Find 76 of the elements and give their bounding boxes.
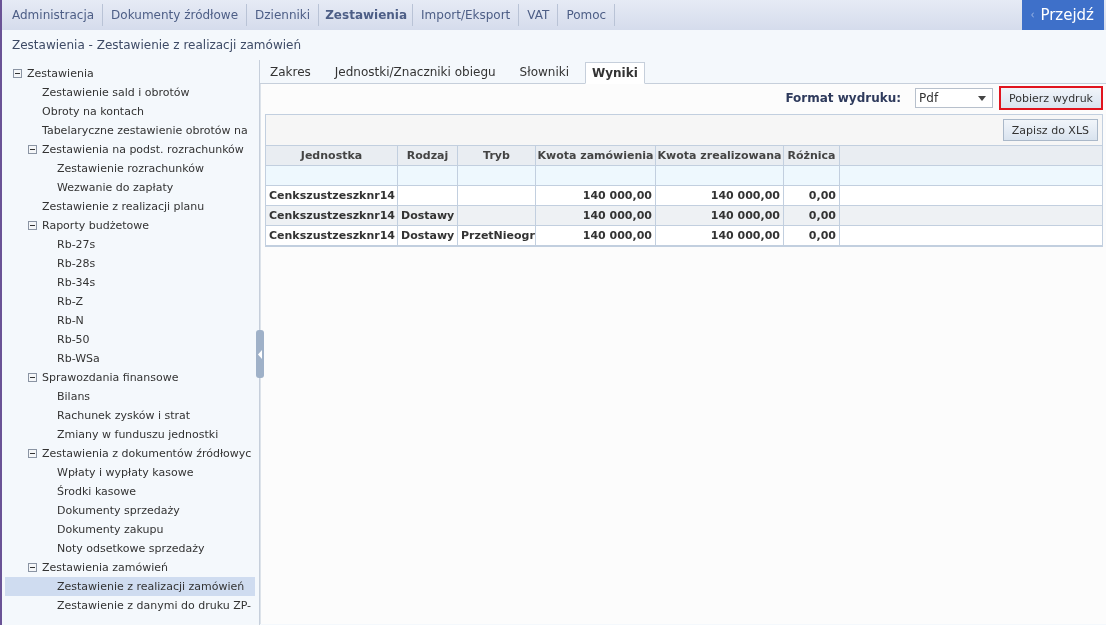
collapse-icon[interactable] xyxy=(28,145,37,154)
collapse-icon[interactable] xyxy=(28,221,37,230)
menu-tab[interactable]: VAT xyxy=(519,4,559,26)
breadcrumb: Zestawienia - Zestawienie z realizacji zamówień xyxy=(12,38,302,52)
tree-item[interactable]: Dokumenty sprzedaży xyxy=(5,501,255,520)
table-cell: 140 000,00 xyxy=(656,226,784,245)
tree-item[interactable]: Wezwanie do zapłaty xyxy=(5,178,255,197)
table-cell: 140 000,00 xyxy=(656,186,784,205)
tree-item[interactable]: Zmiany w funduszu jednostki xyxy=(5,425,255,444)
menu-tab[interactable]: Zestawienia xyxy=(319,4,414,26)
tree-item[interactable]: Wpłaty i wypłaty kasowe xyxy=(5,463,255,482)
menu-tab[interactable]: Import/Eksport xyxy=(413,4,520,26)
tree-item[interactable]: Rb-28s xyxy=(5,254,255,273)
tree-item[interactable]: Zestawienia na podst. rozrachunków xyxy=(5,140,255,159)
tab[interactable]: Słowniki xyxy=(511,63,579,83)
tree-item[interactable]: Zestawienie z realizacji planu xyxy=(5,197,255,216)
tree-item[interactable]: Rb-34s xyxy=(5,273,255,292)
collapse-icon[interactable] xyxy=(28,449,37,458)
tree-item[interactable]: Rb-N xyxy=(5,311,255,330)
column-header[interactable]: Kwota zamówienia xyxy=(536,146,656,165)
column-header[interactable]: Różnica xyxy=(784,146,840,165)
menu-tab[interactable]: Dzienniki xyxy=(247,4,320,26)
table-cell: 140 000,00 xyxy=(536,206,656,225)
tree-item[interactable]: Zestawienie z danymi do druku ZP- xyxy=(5,596,255,615)
splitter-handle[interactable] xyxy=(256,330,264,378)
menu-tab[interactable]: Dokumenty źródłowe xyxy=(103,4,248,26)
tab[interactable]: Jednostki/Znaczniki obiegu xyxy=(326,63,506,83)
tree-item[interactable]: Rb-Z xyxy=(5,292,255,311)
format-dropdown[interactable]: Pdf xyxy=(915,88,994,108)
collapse-icon[interactable] xyxy=(13,69,22,78)
collapse-arrow-icon xyxy=(257,349,263,359)
tree-item[interactable]: Bilans xyxy=(5,387,255,406)
column-header[interactable]: Jednostka xyxy=(266,146,398,165)
tree-item[interactable]: Tabelaryczne zestawienie obrotów na xyxy=(5,121,255,140)
column-header[interactable]: Rodzaj xyxy=(398,146,458,165)
tab[interactable]: Zakres xyxy=(262,63,321,83)
column-header[interactable]: Tryb xyxy=(458,146,536,165)
tree-item[interactable]: Rb-WSa xyxy=(5,349,255,368)
table-cell: 140 000,00 xyxy=(536,186,656,205)
table-cell: Dostawy xyxy=(398,206,458,225)
tab[interactable]: Wyniki xyxy=(585,62,645,84)
tree-item[interactable]: Zestawienia xyxy=(5,64,255,83)
table-cell: Cenkszustzeszknr14 xyxy=(266,206,398,225)
tree-item[interactable]: Zestawienia zamówień xyxy=(5,558,255,577)
table-cell: 0,00 xyxy=(784,206,840,225)
download-button[interactable]: Pobierz wydruk xyxy=(999,86,1103,110)
collapse-icon[interactable] xyxy=(28,373,37,382)
tree-item[interactable]: Sprawozdania finansowe xyxy=(5,368,255,387)
tree-item[interactable]: Rb-27s xyxy=(5,235,255,254)
dropdown-arrow-icon xyxy=(978,95,987,101)
tree-item[interactable]: Noty odsetkowe sprzedaży xyxy=(5,539,255,558)
column-header[interactable]: Kwota zrealizowana xyxy=(656,146,784,165)
tree-item[interactable]: Dokumenty zakupu xyxy=(5,520,255,539)
tree-item[interactable]: Zestawienia z dokumentów źródłowyc xyxy=(5,444,255,463)
table-cell: 0,00 xyxy=(784,186,840,205)
export-xls-button[interactable]: Zapisz do XLS xyxy=(1002,119,1098,141)
table-cell: Dostawy xyxy=(398,226,458,245)
tree-item[interactable]: Zestawienie rozrachunków xyxy=(5,159,255,178)
table-cell: 140 000,00 xyxy=(536,226,656,245)
go-button[interactable]: Przejdź xyxy=(1022,0,1104,30)
format-label: Format wydruku: xyxy=(785,91,902,105)
table-cell: 140 000,00 xyxy=(656,206,784,225)
table-cell: Cenkszustzeszknr14 xyxy=(266,186,398,205)
menu-tab[interactable]: Pomoc xyxy=(558,4,616,26)
collapse-icon[interactable] xyxy=(28,563,37,572)
tree-item[interactable]: Rachunek zysków i strat xyxy=(5,406,255,425)
tree-item[interactable]: Rb-50 xyxy=(5,330,255,349)
tree-item[interactable]: Zestawienie sald i obrotów xyxy=(5,83,255,102)
tree-item[interactable]: Zestawienie z realizacji zamówień xyxy=(5,577,255,596)
table-cell: Cenkszustzeszknr14 xyxy=(266,226,398,245)
tree-item[interactable]: Środki kasowe xyxy=(5,482,255,501)
menu-tab[interactable]: Administracja xyxy=(4,4,104,26)
table-cell: 0,00 xyxy=(784,226,840,245)
tree-item[interactable]: Obroty na kontach xyxy=(5,102,255,121)
tree-item[interactable]: Raporty budżetowe xyxy=(5,216,255,235)
table-cell: PrzetNieogr xyxy=(458,226,536,245)
